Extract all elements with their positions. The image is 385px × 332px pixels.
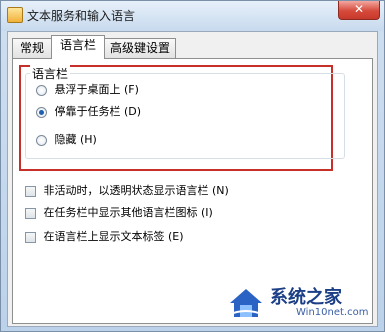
house-logo-icon xyxy=(227,289,265,317)
checkbox[interactable] xyxy=(25,207,36,219)
window-title: 文本服务和输入语言 xyxy=(27,9,136,23)
dialog-window: 文本服务和输入语言 ✕ 常规 语言栏 高级键设置 语言栏 悬浮于桌面上 (F) … xyxy=(0,0,385,332)
checkbox-label: 在任务栏中显示其他语言栏图标 (I) xyxy=(43,206,213,219)
checkbox-label: 非活动时，以透明状态显示语言栏 (N) xyxy=(43,184,229,197)
watermark-logo: 系统之家 Win10net.com xyxy=(226,277,376,327)
group-legend: 语言栏 xyxy=(30,65,71,82)
radio-label: 停靠于任务栏 (D) xyxy=(54,105,142,118)
radio-dock-in-taskbar[interactable]: 停靠于任务栏 (D) xyxy=(36,104,141,120)
checkbox[interactable] xyxy=(25,185,36,197)
title-bar[interactable]: 文本服务和输入语言 ✕ xyxy=(1,1,384,31)
watermark-brand: 系统之家 xyxy=(270,287,342,308)
radio-button-selected[interactable] xyxy=(36,106,47,118)
checkbox-show-text-labels[interactable]: 在语言栏上显示文本标签 (E) xyxy=(25,229,184,245)
keyboard-icon xyxy=(7,7,23,23)
tab-language-bar[interactable]: 语言栏 xyxy=(51,35,105,59)
radio-float-on-desktop[interactable]: 悬浮于桌面上 (F) xyxy=(36,82,139,98)
radio-button[interactable] xyxy=(36,134,47,146)
checkbox-show-extra-icons[interactable]: 在任务栏中显示其他语言栏图标 (I) xyxy=(25,205,213,221)
checkbox-label: 在语言栏上显示文本标签 (E) xyxy=(43,230,184,243)
language-bar-group: 语言栏 悬浮于桌面上 (F) 停靠于任务栏 (D) 隐藏 (H) xyxy=(25,65,345,159)
watermark-site: Win10net.com xyxy=(296,307,369,318)
checkbox-transparent-when-inactive[interactable]: 非活动时，以透明状态显示语言栏 (N) xyxy=(25,183,229,199)
radio-label: 悬浮于桌面上 (F) xyxy=(54,83,139,96)
radio-label: 隐藏 (H) xyxy=(54,133,97,146)
radio-hidden[interactable]: 隐藏 (H) xyxy=(36,132,97,148)
tab-advanced-key-settings[interactable]: 高级键设置 xyxy=(104,38,176,58)
radio-button[interactable] xyxy=(36,84,47,96)
checkbox[interactable] xyxy=(25,231,36,243)
tab-general[interactable]: 常规 xyxy=(12,38,52,58)
close-button[interactable]: ✕ xyxy=(338,1,380,20)
